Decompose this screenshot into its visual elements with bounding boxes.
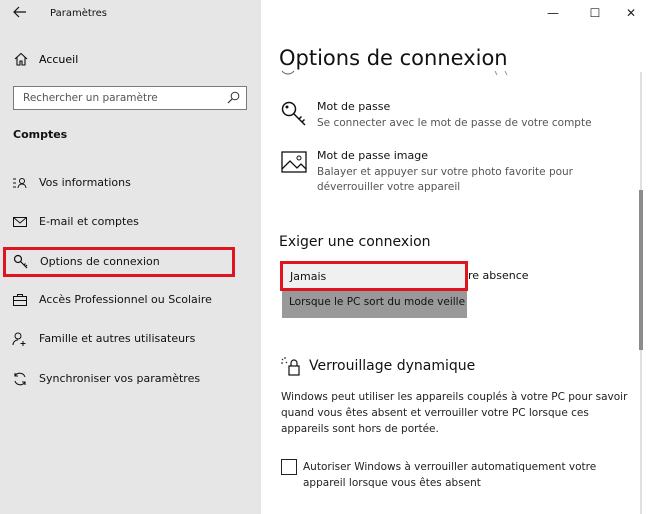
sidebar-item-label: Famille et autres utilisateurs [39,332,196,345]
require-signin-text: re absence [468,269,529,282]
sidebar-item-email[interactable]: E-mail et comptes [0,207,261,237]
page-title: Options de connexion [279,46,508,70]
dynamic-lock-icon [280,356,302,378]
sidebar-item-label: Vos informations [39,176,131,189]
maximize-button[interactable]: ☐ [583,4,607,22]
close-button[interactable]: ✕ [619,4,643,22]
minimize-button[interactable]: — [541,4,565,22]
picture-password-title: Mot de passe image [317,149,428,162]
sidebar-item-label: Synchroniser vos paramètres [39,372,201,385]
search-placeholder: Rechercher un paramètre [23,92,158,104]
sidebar-item-label: E-mail et comptes [39,215,139,228]
sidebar-item-acces-pro[interactable]: Accès Professionnel ou Scolaire [0,285,261,315]
sync-icon [12,371,28,387]
picture-password-desc: Balayer et appuyer sur votre photo favor… [317,166,573,193]
person-add-icon [12,331,28,347]
mail-icon [12,214,28,230]
require-signin-dropdown-selected[interactable]: Jamais [280,261,468,291]
require-signin-dropdown-option[interactable]: Lorsque le PC sort du mode veille [282,291,467,318]
sidebar-item-options-connexion[interactable]: Options de connexion [3,247,235,277]
back-arrow-icon[interactable] [10,5,30,23]
dynamic-lock-checkbox-label[interactable]: Autoriser Windows à verrouiller automati… [303,459,638,491]
password-title: Mot de passe [317,100,391,113]
sidebar-item-famille[interactable]: Famille et autres utilisateurs [0,324,261,354]
sidebar: Paramètres Accueil Rechercher un paramèt… [0,0,261,514]
require-signin-heading: Exiger une connexion [279,234,431,250]
sidebar-item-label: Options de connexion [40,255,160,268]
dynamic-lock-description: Windows peut utiliser les appareils coup… [281,391,628,435]
sidebar-item-label: Accès Professionnel ou Scolaire [39,293,212,306]
picture-password-option[interactable]: Mot de passe image Balayer et appuyer su… [280,149,610,195]
dynamic-lock-checkbox[interactable] [281,459,297,475]
password-option[interactable]: Mot de passe Se connecter avec le mot de… [280,100,610,136]
dropdown-option-label: Lorsque le PC sort du mode veille [289,296,466,308]
sidebar-item-vos-informations[interactable]: Vos informations [0,168,261,198]
dropdown-selected-label: Jamais [290,270,327,283]
home-icon [14,52,28,66]
sidebar-item-synchroniser[interactable]: Synchroniser vos paramètres [0,364,261,394]
briefcase-icon [12,292,28,308]
image-icon [280,149,308,177]
app-title: Paramètres [50,8,108,19]
home-label: Accueil [39,53,79,66]
user-info-icon [12,175,28,191]
key-icon [280,100,308,128]
dynamic-lock-heading: Verrouillage dynamique [309,358,476,374]
section-title: Comptes [13,128,68,141]
password-desc: Se connecter avec le mot de passe de vot… [317,117,592,129]
clipped-previous-option [280,68,530,76]
home-nav-item[interactable]: Accueil [0,50,261,70]
key-icon [13,254,29,270]
search-icon[interactable] [227,91,240,104]
search-input[interactable]: Rechercher un paramètre [13,86,247,110]
scrollbar-thumb[interactable] [639,190,643,350]
